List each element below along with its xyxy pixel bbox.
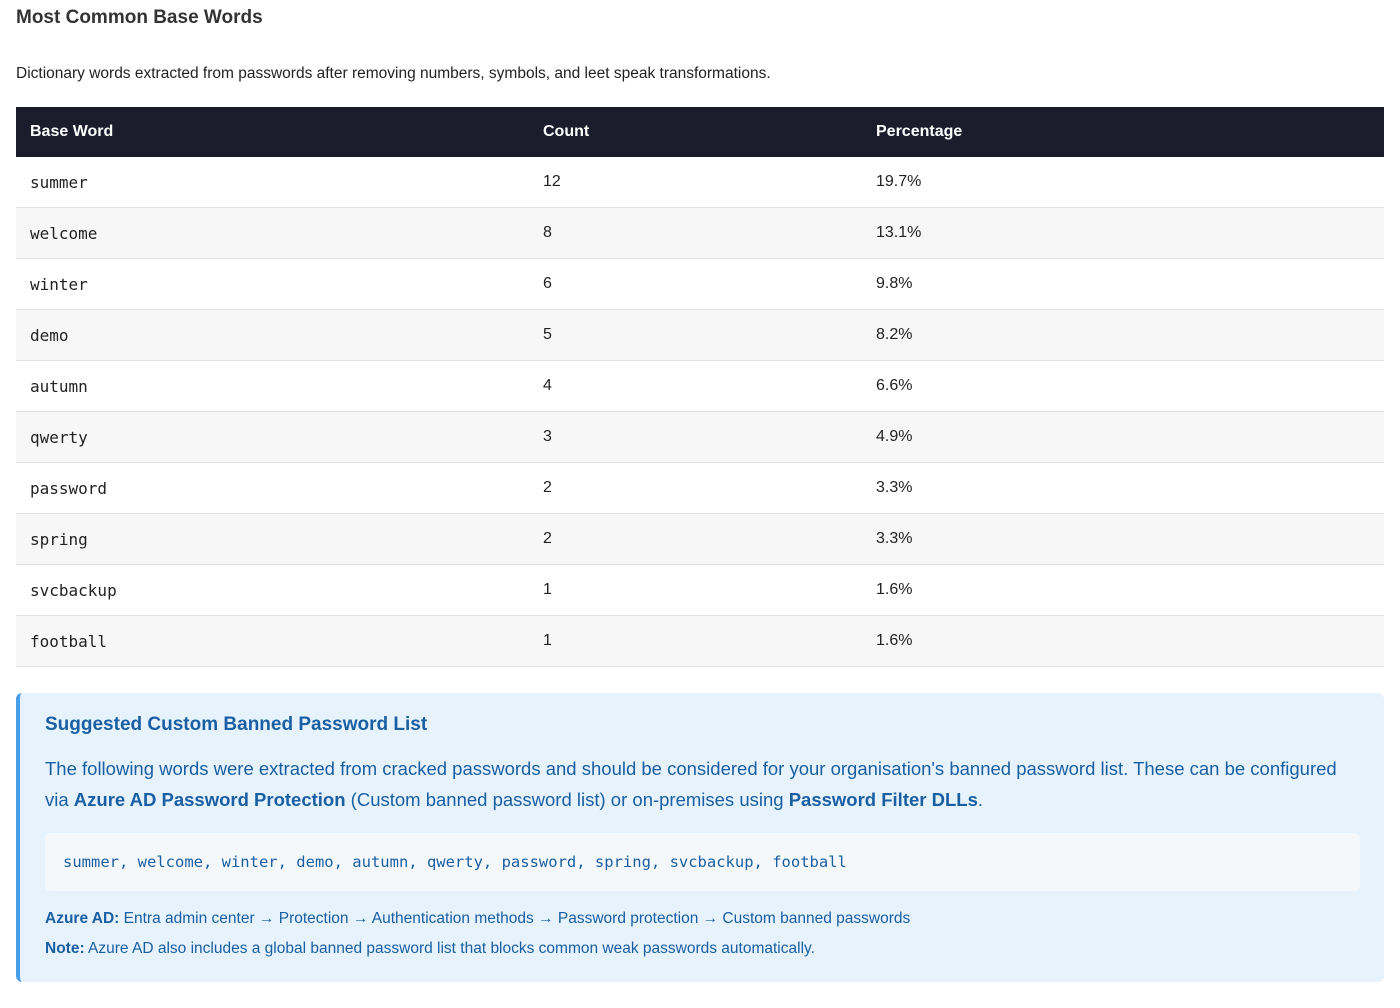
cell-percentage: 3.3%	[862, 513, 1384, 565]
azure-ad-path: Azure AD: Entra admin center → Protectio…	[45, 909, 1360, 929]
table-row: summer 12 19.7%	[16, 157, 1384, 208]
table-row: football 1 1.6%	[16, 615, 1384, 667]
banned-words-code-block[interactable]: summer, welcome, winter, demo, autumn, q…	[45, 833, 1360, 891]
cell-word: autumn	[16, 360, 529, 412]
cell-count: 5	[529, 309, 862, 361]
cell-percentage: 13.1%	[862, 207, 1384, 259]
cell-count: 2	[529, 462, 862, 514]
report-page: Most Common Base Words Dictionary words …	[16, 0, 1384, 982]
cell-percentage: 3.3%	[862, 462, 1384, 514]
cell-word: qwerty	[16, 411, 529, 463]
azure-ad-path-text: Entra admin center → Protection → Authen…	[119, 910, 911, 927]
header-count: Count	[543, 123, 590, 140]
table-row: svcbackup 1 1.6%	[16, 564, 1384, 616]
cell-word: spring	[16, 513, 529, 565]
note-line: Note: Azure AD also includes a global ba…	[45, 939, 1360, 959]
azure-ad-label: Azure AD:	[45, 910, 120, 927]
callout-body-text: .	[977, 789, 983, 810]
section-description: Dictionary words extracted from password…	[16, 65, 771, 82]
cell-count: 3	[529, 411, 862, 463]
callout-body: The following words were extracted from …	[45, 753, 1360, 815]
cell-percentage: 1.6%	[862, 564, 1384, 616]
cell-word: football	[16, 615, 529, 667]
cell-count: 8	[529, 207, 862, 259]
cell-word: password	[16, 462, 529, 514]
banned-list-callout: Suggested Custom Banned Password List Th…	[16, 693, 1384, 982]
table-row: qwerty 3 4.9%	[16, 411, 1384, 463]
cell-count: 6	[529, 258, 862, 310]
cell-word: demo	[16, 309, 529, 361]
header-percentage: Percentage	[876, 123, 963, 140]
cell-percentage: 8.2%	[862, 309, 1384, 361]
header-base-word: Base Word	[30, 123, 114, 140]
password-filter-dlls-text: Password Filter DLLs	[788, 789, 978, 810]
table-row: spring 2 3.3%	[16, 513, 1384, 565]
cell-percentage: 9.8%	[862, 258, 1384, 310]
note-label: Note:	[45, 940, 85, 957]
cell-percentage: 4.9%	[862, 411, 1384, 463]
cell-count: 1	[529, 615, 862, 667]
table-header-row: Base Word Count Percentage	[16, 107, 1384, 157]
cell-percentage: 19.7%	[862, 157, 1384, 208]
table-row: autumn 4 6.6%	[16, 360, 1384, 412]
cell-count: 1	[529, 564, 862, 616]
section-title: Most Common Base Words	[16, 7, 263, 28]
base-words-table: Base Word Count Percentage summer 12 19.…	[16, 107, 1384, 667]
cell-percentage: 1.6%	[862, 615, 1384, 667]
table-row: welcome 8 13.1%	[16, 207, 1384, 259]
cell-word: winter	[16, 258, 529, 310]
table-row: demo 5 8.2%	[16, 309, 1384, 361]
cell-word: summer	[16, 157, 529, 208]
cell-word: svcbackup	[16, 564, 529, 616]
azure-ad-password-protection-text: Azure AD Password Protection	[73, 789, 346, 810]
cell-count: 2	[529, 513, 862, 565]
cell-count: 12	[529, 157, 862, 208]
table-row: password 2 3.3%	[16, 462, 1384, 514]
callout-body-text: (Custom banned password list) or on-prem…	[345, 789, 789, 810]
table-row: winter 6 9.8%	[16, 258, 1384, 310]
cell-count: 4	[529, 360, 862, 412]
cell-word: welcome	[16, 207, 529, 259]
note-text: Azure AD also includes a global banned p…	[84, 940, 815, 957]
cell-percentage: 6.6%	[862, 360, 1384, 412]
callout-title: Suggested Custom Banned Password List	[45, 714, 428, 735]
